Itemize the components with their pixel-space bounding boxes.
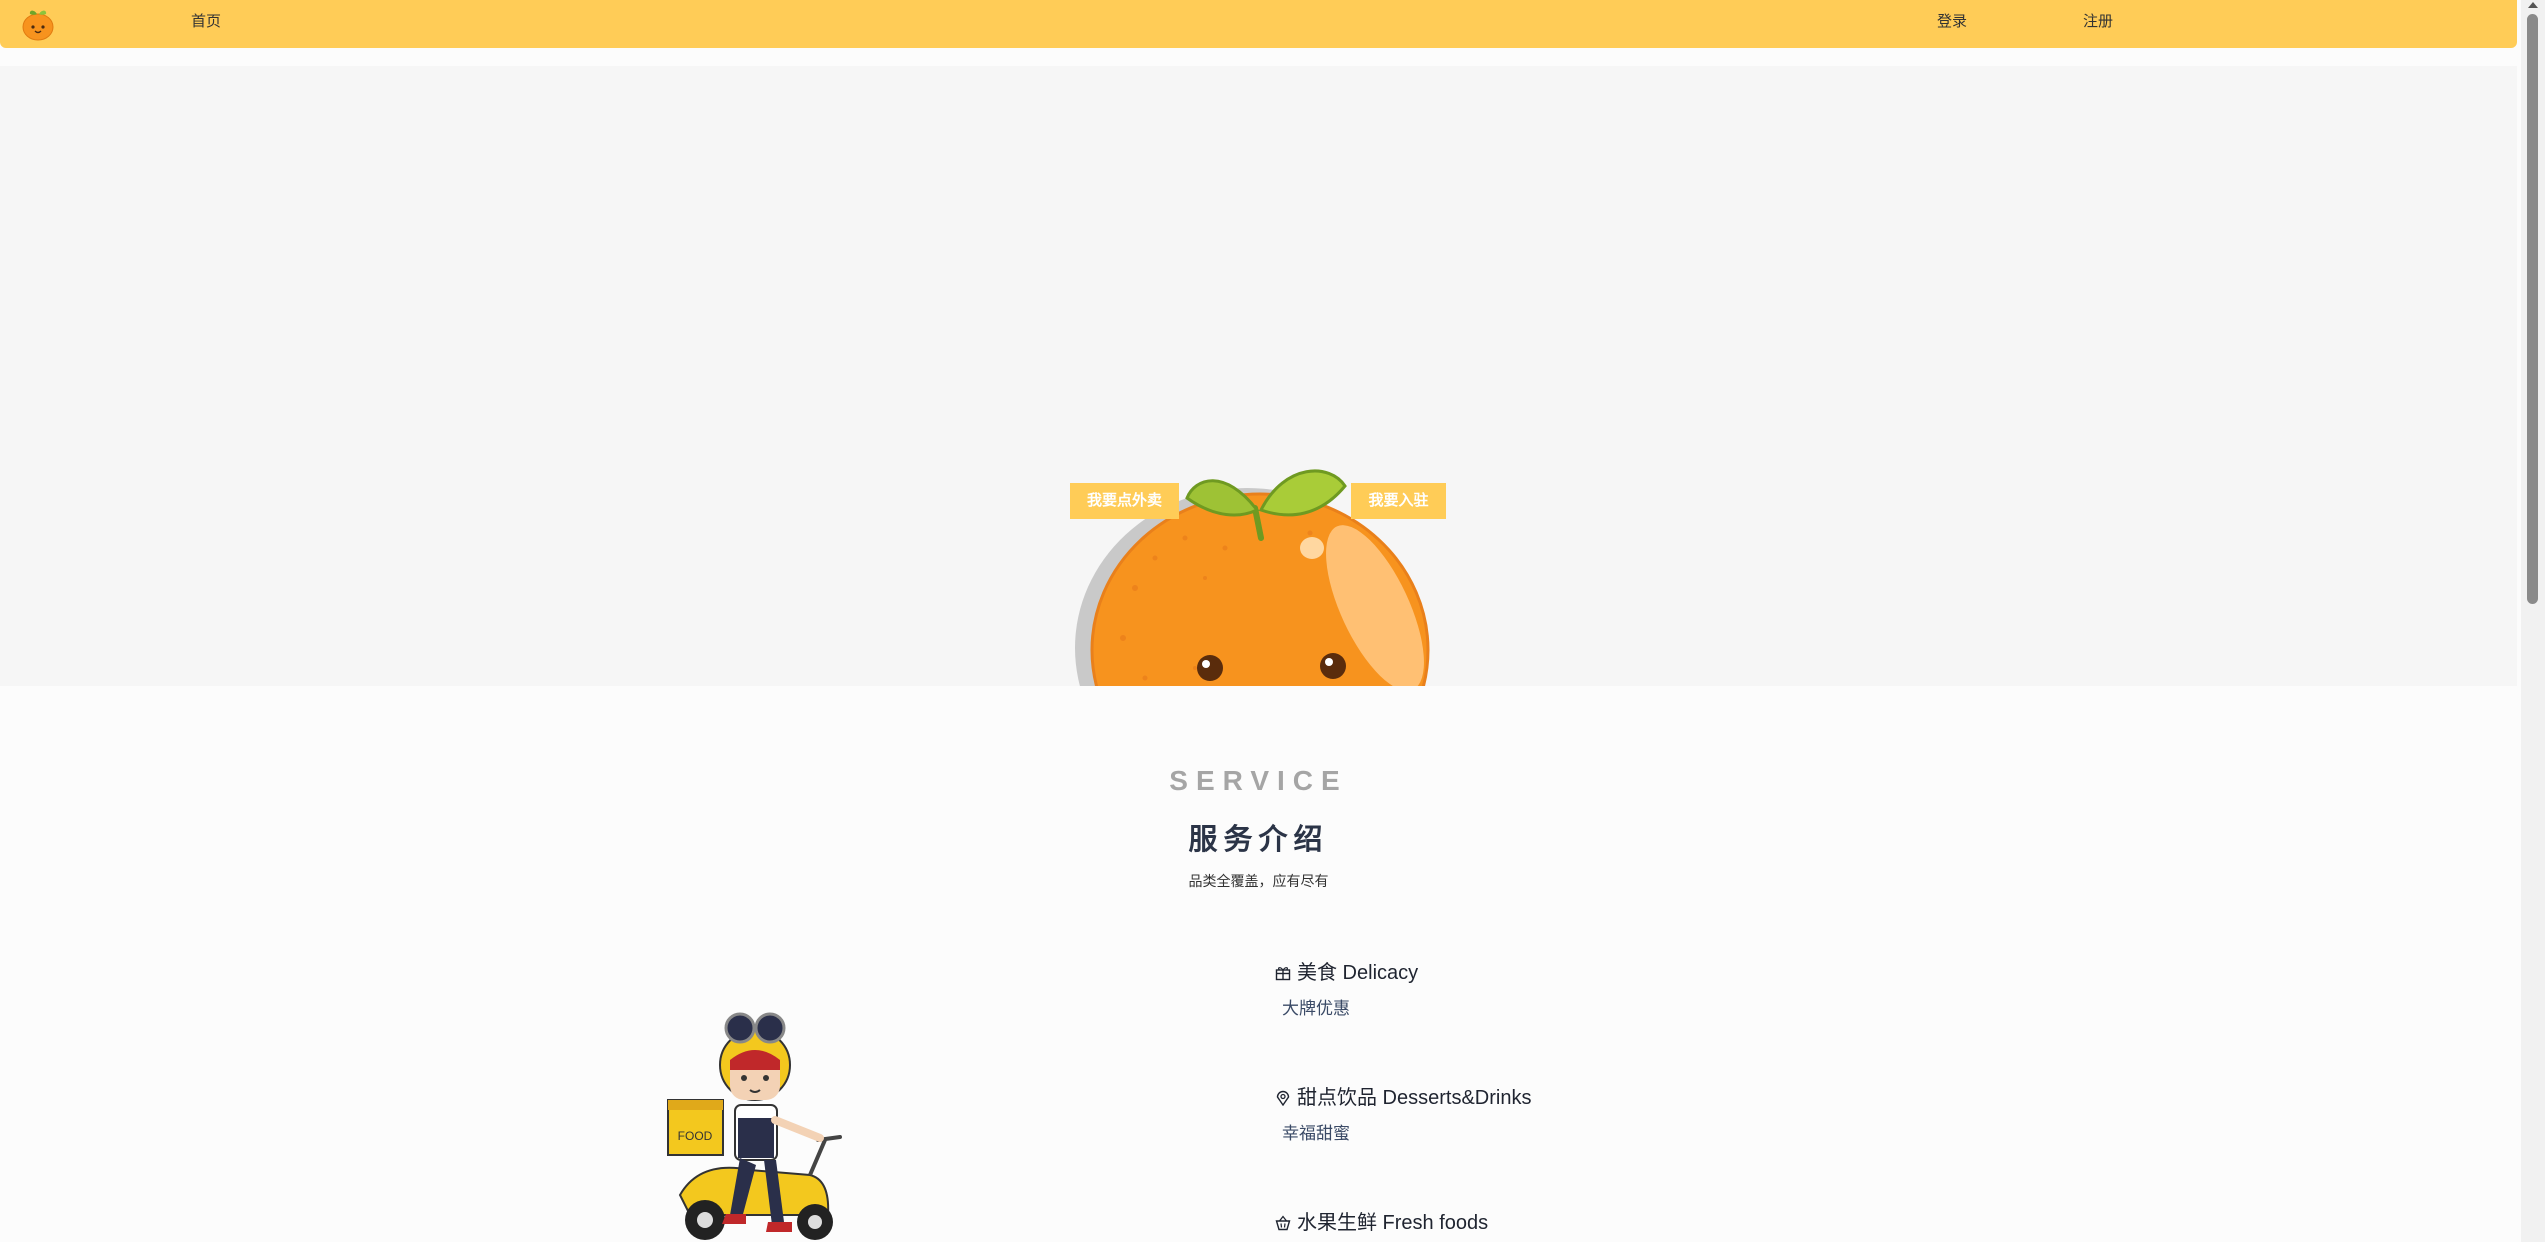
scroll-up-arrow-icon[interactable]	[2528, 2, 2538, 8]
feature-title: 美食 Delicacy	[1297, 962, 1419, 984]
nav-home-link[interactable]: 首页	[191, 13, 221, 31]
hero-banner: 我要点外卖 我要入驻	[0, 66, 2517, 686]
order-takeout-button[interactable]: 我要点外卖	[1070, 483, 1179, 519]
delivery-rider-illustration: FOOD	[667, 1012, 842, 1240]
nav-login-link[interactable]: 登录	[1937, 13, 1967, 31]
feature-title: 甜点饮品 Desserts&Drinks	[1297, 1087, 1532, 1109]
basket-icon	[1275, 1215, 1291, 1231]
feature-desc: 幸福甜蜜	[1282, 1124, 1350, 1143]
feature-delicacy: 美食 Delicacy 大牌优惠	[1275, 961, 1418, 1019]
page-scrollbar[interactable]	[2521, 0, 2545, 1242]
feature-desc: 大牌优惠	[1282, 999, 1350, 1018]
orange-mascot-illustration	[1075, 469, 1430, 686]
nav-register-link[interactable]: 注册	[2083, 13, 2113, 31]
service-subtitle: 品类全覆盖，应有尽有	[1188, 873, 1329, 889]
feature-fresh-foods: 水果生鲜 Fresh foods	[1275, 1211, 1488, 1235]
orange-logo-icon[interactable]	[20, 6, 56, 42]
service-title-en: SERVICE	[1169, 765, 1348, 796]
location-pin-icon	[1276, 1090, 1290, 1106]
page: 首页 登录 注册 我要点外卖 我要入驻 SERVICE 服务介绍 品类全覆盖，应…	[0, 0, 2545, 1242]
feature-desserts-drinks: 甜点饮品 Desserts&Drinks 幸福甜蜜	[1275, 1086, 1531, 1144]
feature-title: 水果生鲜 Fresh foods	[1297, 1212, 1489, 1234]
food-box-label: FOOD	[678, 1129, 713, 1143]
top-navbar: 首页 登录 注册	[0, 0, 2517, 48]
merchant-join-button[interactable]: 我要入驻	[1351, 483, 1446, 519]
gift-box-icon	[1275, 967, 1291, 981]
service-title-cn: 服务介绍	[1188, 824, 1329, 856]
scrollbar-thumb[interactable]	[2527, 14, 2538, 604]
